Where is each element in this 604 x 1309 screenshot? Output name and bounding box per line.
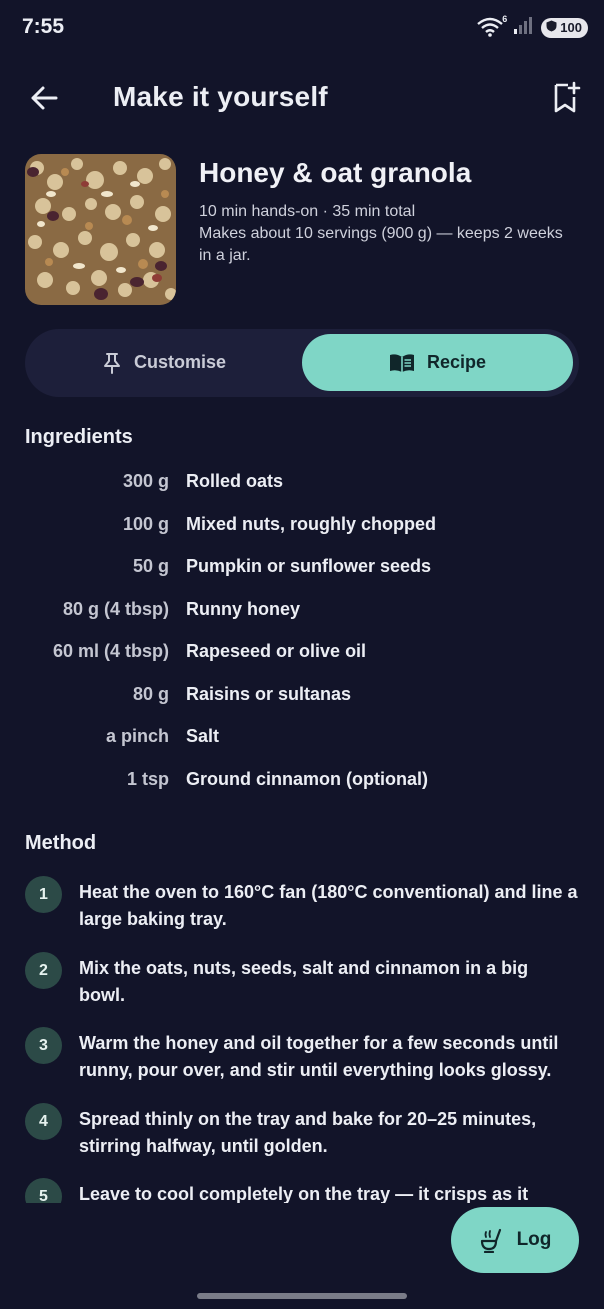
top-app-bar: Make it yourself	[0, 70, 604, 126]
ingredient-name: Ground cinnamon (optional)	[186, 769, 428, 789]
ingredient-row: 100 g Mixed nuts, roughly chopped	[0, 514, 604, 544]
ingredient-name: Rapeseed or olive oil	[186, 641, 367, 661]
ingredient-row: 300 g Rolled oats	[0, 471, 604, 501]
ingredient-row: 1 tsp Ground cinnamon (optional)	[0, 769, 604, 799]
ingredient-name: Mixed nuts, roughly chopped	[186, 514, 437, 534]
wifi-icon: 6	[477, 13, 508, 39]
battery-level: 100	[560, 20, 582, 35]
step-number-badge: 5	[25, 1178, 62, 1203]
status-bar: 7:55 6 100	[0, 0, 604, 56]
ingredient-row: a pinch Salt	[0, 726, 604, 756]
step-number-badge: 3	[25, 1027, 62, 1064]
recipe-time: 10 min hands-on · 35 min total	[199, 203, 416, 220]
recipe-header: Honey & oat granola 10 min hands-on · 35…	[25, 154, 579, 306]
ingredient-quantity: 100 g	[122, 514, 169, 534]
tab-customise-label: Customise	[133, 352, 227, 372]
recipe-thumbnail	[25, 154, 176, 305]
ingredient-name: Runny honey	[186, 599, 301, 619]
ingredient-name: Raisins or sultanas	[186, 684, 352, 704]
ingredient-name: Pumpkin or sunflower seeds	[186, 556, 432, 576]
back-button[interactable]	[26, 80, 62, 116]
battery-indicator: 100	[541, 17, 588, 38]
step-number-badge: 1	[25, 876, 62, 913]
step-number-badge: 2	[25, 952, 62, 989]
ingredient-quantity: 80 g	[132, 684, 169, 704]
ingredients-heading: Ingredients	[25, 426, 133, 448]
ingredient-quantity: 60 ml (4 tbsp)	[52, 641, 169, 661]
ingredient-row: 50 g Pumpkin or sunflower seeds	[0, 556, 604, 586]
step-text: Warm the honey and oil together for a fe…	[79, 1033, 559, 1080]
ingredient-quantity: 300 g	[122, 471, 169, 491]
home-indicator[interactable]	[197, 1293, 407, 1299]
ingredient-row: 80 g (4 tbsp) Runny honey	[0, 599, 604, 629]
tab-recipe[interactable]: Recipe	[302, 334, 573, 391]
recipe-yield: Makes about 10 servings (900 g) — keeps …	[199, 225, 563, 264]
log-button[interactable]: Log	[451, 1207, 579, 1273]
method-list: 1 Heat the oven to 160°C fan (180°C conv…	[0, 873, 604, 1203]
bookmark-button[interactable]	[548, 80, 584, 116]
recipe-meta: 10 min hands-on · 35 min total Makes abo…	[199, 201, 569, 267]
ladle-icon	[480, 1228, 501, 1253]
ingredient-name: Rolled oats	[186, 471, 284, 491]
ingredient-row: 80 g Raisins or sultanas	[0, 684, 604, 714]
arrow-left-icon	[31, 86, 58, 110]
step-text: Leave to cool completely on the tray — i…	[79, 1184, 529, 1203]
view-tabs: Customise Recipe	[25, 329, 579, 397]
wifi-badge: 6	[502, 13, 508, 24]
step-number-badge: 4	[25, 1103, 62, 1140]
page-title: Make it yourself	[113, 81, 328, 112]
tab-customise[interactable]: Customise	[29, 334, 299, 391]
ingredient-quantity: a pinch	[105, 726, 169, 746]
ingredient-quantity: 80 g (4 tbsp)	[62, 599, 169, 619]
step-text: Heat the oven to 160°C fan (180°C conven…	[79, 882, 578, 929]
signal-icon	[513, 15, 533, 40]
status-icons: 6 100	[477, 13, 588, 40]
status-time: 7:55	[22, 15, 65, 38]
log-button-label: Log	[516, 1229, 552, 1250]
method-heading: Method	[25, 832, 97, 854]
step-text: Mix the oats, nuts, seeds, salt and cinn…	[79, 958, 529, 1005]
ingredient-row: 60 ml (4 tbsp) Rapeseed or olive oil	[0, 641, 604, 671]
pin-icon	[103, 352, 120, 374]
ingredient-quantity: 50 g	[132, 556, 169, 576]
ingredient-quantity: 1 tsp	[126, 769, 169, 789]
book-open-icon	[389, 353, 414, 372]
tab-recipe-label: Recipe	[426, 352, 487, 372]
ingredient-name: Salt	[186, 726, 220, 746]
shield-icon	[546, 20, 557, 35]
step-text: Spread thinly on the tray and bake for 2…	[79, 1109, 537, 1156]
recipe-title: Honey & oat granola	[199, 157, 472, 188]
bookmark-add-icon	[554, 81, 581, 113]
